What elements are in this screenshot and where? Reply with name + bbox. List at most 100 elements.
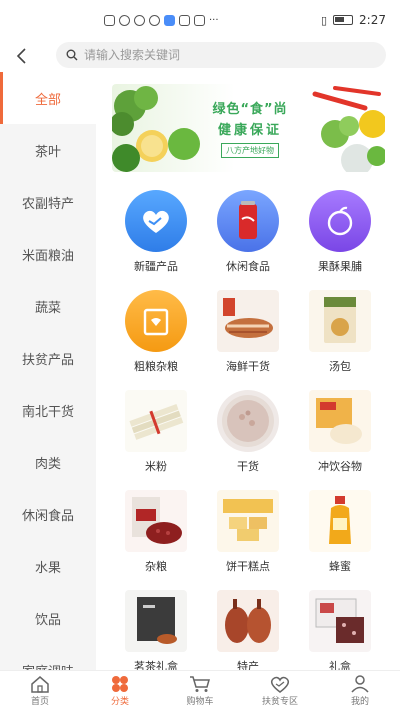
sidebar-item-all[interactable]: 全部	[0, 72, 96, 124]
handshake-heart-icon	[125, 190, 187, 252]
notification-icon	[179, 14, 190, 26]
user-icon	[351, 675, 369, 693]
sidebar-item-dry-goods[interactable]: 南北干货	[0, 384, 96, 436]
tab-label: 分类	[110, 697, 129, 707]
back-button[interactable]	[0, 40, 44, 72]
vibrate-icon: ▯	[320, 13, 328, 27]
gift-box-icon	[309, 590, 371, 652]
category-label: 粗粮杂粮	[134, 360, 178, 373]
tab-poverty-aid[interactable]: 扶贫专区	[240, 671, 320, 711]
category-label: 休闲食品	[226, 260, 270, 273]
search-input[interactable]	[84, 48, 364, 62]
category-label: 汤包	[329, 360, 351, 373]
cart-icon	[190, 676, 210, 692]
status-bar: ··· ▯ 2:27	[0, 0, 400, 40]
category-label: 蜂蜜	[329, 560, 351, 573]
category-label: 冲饮谷物	[318, 460, 362, 473]
dried-shrimp-icon	[217, 390, 279, 452]
category-label: 干货	[237, 460, 259, 473]
category-tile[interactable]: 礼盒	[295, 590, 385, 670]
category-tile[interactable]: 粗粮杂粮	[111, 290, 201, 374]
tab-profile[interactable]: 我的	[320, 671, 400, 711]
search-row	[0, 40, 400, 72]
tab-label: 首页	[30, 697, 49, 707]
rice-noodle-icon	[125, 390, 187, 452]
sidebar-item-poverty-aid[interactable]: 扶贫产品	[0, 332, 96, 384]
search-box[interactable]	[56, 42, 386, 68]
more-icon: ···	[209, 14, 219, 26]
category-sidebar: 全部 茶叶 农副特产 米面粮油 蔬菜 扶贫产品 南北干货 肉类 休闲食品 水果 …	[0, 72, 96, 670]
banner-title: 绿色“食”尚	[212, 102, 288, 117]
tea-gift-icon	[125, 590, 187, 652]
tab-cart[interactable]: 购物车	[160, 671, 240, 711]
biscuit-icon	[217, 490, 279, 552]
category-label: 米粉	[145, 460, 167, 473]
category-label: 茗茶礼盒	[134, 660, 178, 670]
sidebar-item-tea[interactable]: 茶叶	[0, 124, 96, 176]
chevron-left-icon	[16, 48, 26, 64]
notification-icon	[149, 14, 160, 26]
home-icon	[31, 676, 49, 693]
grain-box-icon	[125, 290, 187, 352]
notification-icon	[134, 14, 145, 26]
tab-label: 我的	[350, 697, 369, 707]
category-label: 饼干糕点	[226, 560, 270, 573]
category-tile[interactable]: 杂粮	[111, 490, 201, 574]
category-tile[interactable]: 新疆产品	[111, 190, 201, 274]
category-label: 海鲜干货	[226, 360, 270, 373]
search-icon	[66, 49, 78, 61]
category-tile[interactable]: 特产	[203, 590, 293, 670]
cereal-drink-icon	[309, 390, 371, 452]
sidebar-item-fruit[interactable]: 水果	[0, 540, 96, 592]
category-tile[interactable]: 饼干糕点	[203, 490, 293, 574]
tab-category[interactable]: 分类	[80, 671, 160, 711]
sidebar-item-meat[interactable]: 肉类	[0, 436, 96, 488]
dried-fish-icon	[217, 290, 279, 352]
notification-icons: ···	[104, 14, 219, 26]
category-content: 绿色“食”尚 健康保证 八方产地好物 新疆产品 休闲食品 果酥果脯 粗粮杂粮 海…	[96, 72, 400, 670]
promo-banner[interactable]: 绿色“食”尚 健康保证 八方产地好物	[112, 84, 385, 172]
banner-text: 绿色“食”尚 健康保证 八方产地好物	[200, 98, 300, 158]
category-label: 杂粮	[145, 560, 167, 573]
tab-label: 购物车	[186, 697, 214, 707]
notification-icon	[164, 14, 175, 26]
roast-duck-icon	[217, 590, 279, 652]
category-tile[interactable]: 蜂蜜	[295, 490, 385, 574]
sidebar-item-grain-oil[interactable]: 米面粮油	[0, 228, 96, 280]
tab-label: 扶贫专区	[261, 697, 298, 707]
sidebar-item-seasoning[interactable]: 家庭调味	[0, 644, 96, 671]
banner-tag: 八方产地好物	[221, 143, 279, 158]
category-tile[interactable]: 果酥果脯	[295, 190, 385, 274]
vegetables-illustration-right	[312, 86, 385, 172]
honey-jar-icon	[309, 490, 371, 552]
bottom-tab-bar: 首页 分类 购物车 扶贫专区 我的	[0, 670, 400, 711]
clock: 2:27	[359, 13, 386, 27]
category-tile[interactable]: 休闲食品	[203, 190, 293, 274]
fruit-icon	[309, 190, 371, 252]
download-icon	[194, 14, 205, 26]
category-tile[interactable]: 海鲜干货	[203, 290, 293, 374]
category-tile[interactable]: 干货	[203, 390, 293, 474]
category-tile[interactable]: 冲饮谷物	[295, 390, 385, 474]
sidebar-item-farm-specialty[interactable]: 农副特产	[0, 176, 96, 228]
cola-can-icon	[217, 190, 279, 252]
sidebar-item-drinks[interactable]: 饮品	[0, 592, 96, 644]
category-tile[interactable]: 汤包	[295, 290, 385, 374]
category-icon	[112, 676, 128, 692]
category-label: 新疆产品	[134, 260, 178, 273]
heart-hands-icon	[270, 676, 290, 693]
tab-home[interactable]: 首页	[0, 671, 80, 711]
category-label: 特产	[237, 660, 259, 670]
category-label: 礼盒	[329, 660, 351, 670]
battery-icon	[333, 15, 354, 25]
category-tile[interactable]: 米粉	[111, 390, 201, 474]
soup-pack-icon	[309, 290, 371, 352]
sidebar-item-vegetables[interactable]: 蔬菜	[0, 280, 96, 332]
notification-icon	[104, 14, 115, 26]
category-tile[interactable]: 茗茶礼盒	[111, 590, 201, 670]
vegetables-illustration-left	[112, 86, 200, 172]
banner-subtitle: 健康保证	[217, 123, 282, 138]
category-label: 果酥果脯	[318, 260, 362, 273]
red-beans-icon	[125, 490, 187, 552]
sidebar-item-snacks[interactable]: 休闲食品	[0, 488, 96, 540]
